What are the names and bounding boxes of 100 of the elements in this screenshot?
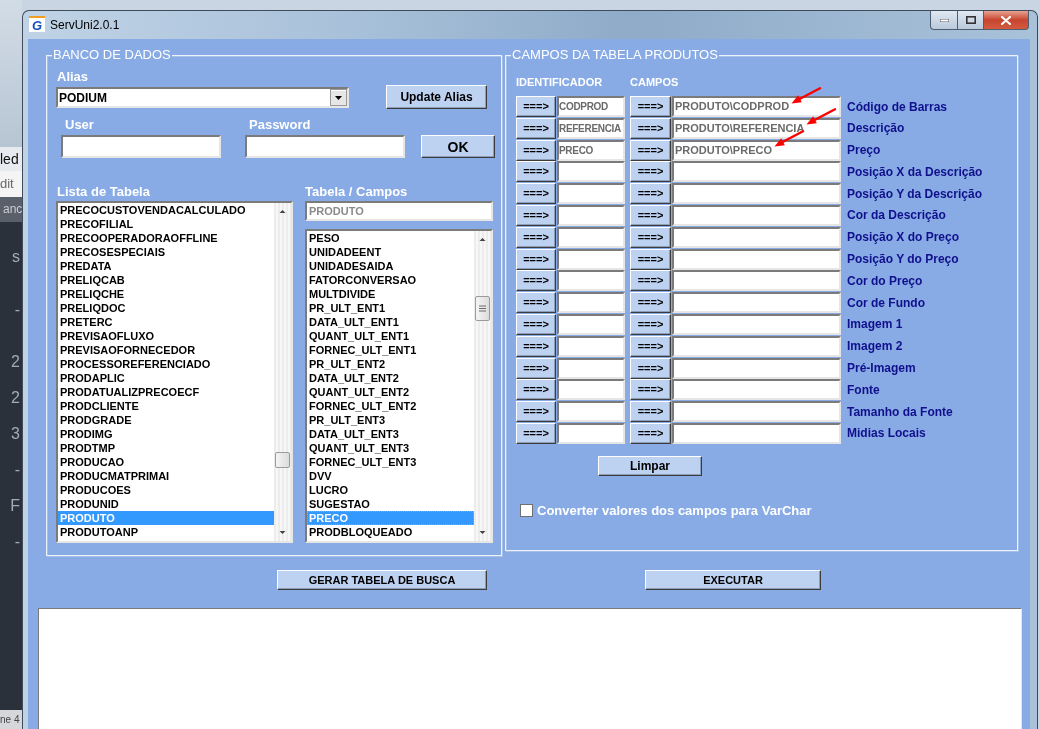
list-item[interactable]: PRODUCMATPRIMAI: [58, 469, 274, 483]
list-item[interactable]: DATA_ULT_ENT2: [307, 371, 474, 385]
list-item[interactable]: QUANT_ULT_ENT1: [307, 329, 474, 343]
list-item[interactable]: SUGESTAO: [307, 497, 474, 511]
identifier-field[interactable]: [557, 401, 625, 423]
scrollbar-thumb[interactable]: [275, 452, 290, 468]
identifier-field[interactable]: [557, 422, 625, 444]
assign-button[interactable]: ===>: [630, 226, 671, 248]
column-field[interactable]: [672, 205, 841, 226]
list-item[interactable]: PRODBLOQUEADO: [307, 525, 474, 539]
assign-button[interactable]: ===>: [516, 335, 556, 357]
identifier-field[interactable]: [557, 335, 625, 357]
list-item[interactable]: PRODUTOANP: [58, 525, 274, 539]
identifier-field[interactable]: [557, 270, 625, 292]
list-item[interactable]: PREVISAOFLUXO: [58, 329, 274, 343]
list-item[interactable]: PREVISAOFORNECEDOR: [58, 343, 274, 357]
assign-button[interactable]: ===>: [630, 205, 671, 226]
assign-button[interactable]: ===>: [516, 226, 556, 248]
list-item[interactable]: PRECOSESPECIAIS: [58, 245, 274, 259]
list-item[interactable]: PR_ULT_ENT1: [307, 301, 474, 315]
list-item[interactable]: PRETERC: [58, 315, 274, 329]
assign-button[interactable]: ===>: [516, 292, 556, 314]
user-field[interactable]: [61, 135, 221, 158]
list-item[interactable]: PRODUCAO: [58, 455, 274, 469]
assign-button[interactable]: ===>: [516, 357, 556, 379]
assign-button[interactable]: ===>: [630, 401, 671, 423]
identifier-field[interactable]: PRECO: [557, 139, 625, 161]
list-item[interactable]: QUANT_ULT_ENT2: [307, 385, 474, 399]
alias-select[interactable]: PODIUM: [56, 87, 349, 108]
password-field[interactable]: [245, 135, 405, 158]
list-item[interactable]: PRELIQCAB: [58, 273, 274, 287]
list-item[interactable]: PRELIQDOC: [58, 301, 274, 315]
assign-button[interactable]: ===>: [516, 401, 556, 423]
list-item[interactable]: DATA_ULT_ENT1: [307, 315, 474, 329]
list-item[interactable]: PREDATA: [58, 259, 274, 273]
list-item[interactable]: PRODTMP: [58, 441, 274, 455]
identifier-field[interactable]: [557, 205, 625, 226]
column-field[interactable]: [672, 313, 841, 335]
assign-button[interactable]: ===>: [516, 139, 556, 161]
assign-button[interactable]: ===>: [516, 96, 556, 117]
ok-button[interactable]: OK: [421, 135, 495, 158]
assign-button[interactable]: ===>: [630, 270, 671, 292]
update-alias-button[interactable]: Update Alias: [386, 85, 487, 109]
scrollbar-thumb[interactable]: [475, 296, 490, 321]
list-item[interactable]: QUANT_ULT_ENT3: [307, 441, 474, 455]
list-box[interactable]: [56, 201, 293, 543]
clear-button[interactable]: Limpar: [598, 455, 702, 476]
column-field[interactable]: [672, 226, 841, 248]
scrollbar[interactable]: [274, 203, 291, 541]
column-field[interactable]: [672, 422, 841, 444]
assign-button[interactable]: ===>: [516, 117, 556, 139]
minimize-button[interactable]: [930, 11, 957, 30]
checkbox[interactable]: [520, 503, 533, 517]
identifier-field[interactable]: CODPROD: [557, 96, 625, 117]
assign-button[interactable]: ===>: [516, 161, 556, 183]
list-item[interactable]: FORNEC_ULT_ENT3: [307, 455, 474, 469]
list-item[interactable]: FATORCONVERSAO: [307, 273, 474, 287]
column-field[interactable]: [672, 270, 841, 292]
list-item[interactable]: UNIDADEENT: [307, 245, 474, 259]
list-item[interactable]: FORNEC_ULT_ENT2: [307, 399, 474, 413]
list-item[interactable]: PESO: [307, 231, 474, 245]
identifier-field[interactable]: REFERENCIA: [557, 117, 625, 139]
list-item[interactable]: PRECOCUSTOVENDACALCULADO: [58, 203, 274, 217]
list-item[interactable]: PR_ULT_ENT2: [307, 357, 474, 371]
list-item[interactable]: LUCRO: [307, 483, 474, 497]
assign-button[interactable]: ===>: [630, 335, 671, 357]
list-item[interactable]: PRODUNID: [58, 497, 274, 511]
column-field[interactable]: [672, 357, 841, 379]
identifier-field[interactable]: [557, 161, 625, 183]
assign-button[interactable]: ===>: [630, 117, 671, 139]
generate-button[interactable]: GERAR TABELA DE BUSCA: [277, 570, 487, 590]
identifier-field[interactable]: [557, 379, 625, 401]
list-item[interactable]: UNIDADESAIDA: [307, 259, 474, 273]
list-item[interactable]: PRODATUALIZPRECOECF: [58, 385, 274, 399]
column-field[interactable]: [672, 379, 841, 401]
list-item[interactable]: PRECOFILIAL: [58, 217, 274, 231]
close-button[interactable]: [983, 11, 1029, 30]
column-field[interactable]: [672, 401, 841, 423]
list-item[interactable]: PRODIMG: [58, 427, 274, 441]
identifier-field[interactable]: [557, 226, 625, 248]
assign-button[interactable]: ===>: [630, 313, 671, 335]
assign-button[interactable]: ===>: [630, 183, 671, 205]
list-item[interactable]: MULTDIVIDE: [307, 287, 474, 301]
identifier-field[interactable]: [557, 357, 625, 379]
list-item[interactable]: DATA_ULT_ENT3: [307, 427, 474, 441]
maximize-button[interactable]: [957, 11, 983, 30]
assign-button[interactable]: ===>: [630, 161, 671, 183]
list-item[interactable]: PRODCLIENTE: [58, 399, 274, 413]
column-field[interactable]: [672, 161, 841, 183]
assign-button[interactable]: ===>: [516, 183, 556, 205]
assign-button[interactable]: ===>: [630, 357, 671, 379]
assign-button[interactable]: ===>: [516, 422, 556, 444]
list-item[interactable]: PRODAPLIC: [58, 371, 274, 385]
list-item[interactable]: DVV: [307, 469, 474, 483]
column-field[interactable]: [672, 292, 841, 314]
list-item[interactable]: PRELIQCHE: [58, 287, 274, 301]
identifier-field[interactable]: [557, 183, 625, 205]
scrollbar[interactable]: [474, 231, 491, 541]
list-item[interactable]: PR_ULT_ENT3: [307, 413, 474, 427]
assign-button[interactable]: ===>: [630, 422, 671, 444]
